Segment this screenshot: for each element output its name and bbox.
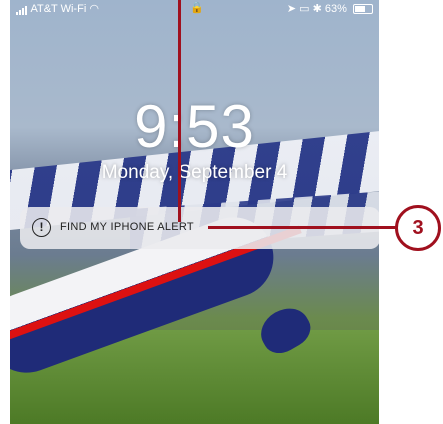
wifi-icon: ◠ [89,3,99,15]
notification-title: FIND MY IPHONE ALERT [60,221,194,233]
battery-percent: 63% [324,3,347,15]
alert-icon: ! [32,218,51,237]
screen-mirror-icon: ▭ [299,3,310,15]
status-bar: AT&T Wi-Fi ◠ 🔒 ➤ ▭ ✱ 63% [10,0,379,18]
status-right: ➤ ▭ ✱ 63% [287,2,373,15]
callout-line-horizontal [208,226,396,229]
lock-date: Monday, September 4 [101,162,288,183]
battery-icon [353,4,373,15]
carrier: AT&T Wi-Fi ◠ [16,2,99,16]
callout-number: 3 [395,205,441,251]
bluetooth-icon: ✱ [312,3,322,15]
lock-screen: AT&T Wi-Fi ◠ 🔒 ➤ ▭ ✱ 63% 9:53 Monday, Se… [10,0,379,424]
carrier-label: AT&T Wi-Fi [30,3,87,15]
callout-line-vertical [178,0,181,222]
lock-time: 9:53 [134,93,255,160]
location-icon: ➤ [286,3,297,15]
lock-icon: 🔒 [190,2,204,14]
signal-icon [16,3,28,16]
